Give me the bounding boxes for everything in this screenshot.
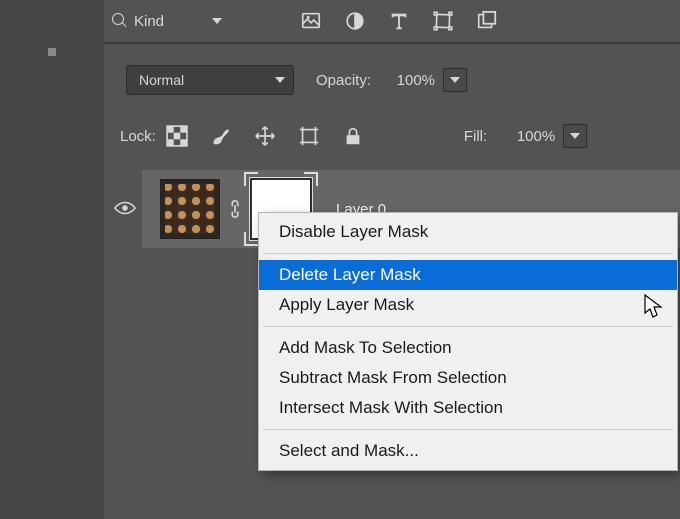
layers-filter-bar: Kind	[112, 0, 680, 42]
context-menu-separator	[263, 429, 673, 430]
ctx-disable-layer-mask[interactable]: Disable Layer Mask	[259, 217, 677, 247]
fill-stepper[interactable]	[563, 124, 587, 148]
fill-value[interactable]: 100%	[499, 128, 555, 145]
filter-kind-dropdown[interactable]: Kind	[134, 13, 292, 30]
ctx-apply-layer-mask[interactable]: Apply Layer Mask	[259, 290, 677, 320]
fill-label[interactable]: Fill:	[464, 128, 487, 145]
layer-thumbnail[interactable]	[160, 179, 220, 239]
chevron-down-icon	[275, 77, 285, 83]
chevron-down-icon	[450, 77, 460, 83]
blend-mode-value: Normal	[139, 72, 184, 88]
filter-pixel-layers-icon[interactable]	[300, 10, 322, 32]
filter-smartobject-layers-icon[interactable]	[476, 10, 498, 32]
lock-position-move-icon[interactable]	[254, 125, 276, 147]
ctx-intersect-mask-with-selection[interactable]: Intersect Mask With Selection	[259, 393, 677, 423]
visibility-eye-icon[interactable]	[114, 200, 136, 216]
opacity-label[interactable]: Opacity:	[316, 72, 371, 89]
side-indicator	[48, 48, 56, 56]
ctx-add-mask-to-selection[interactable]: Add Mask To Selection	[259, 333, 677, 363]
lock-artboard-icon[interactable]	[298, 125, 320, 147]
blend-mode-dropdown[interactable]: Normal	[126, 65, 294, 95]
filter-kind-label: Kind	[134, 13, 164, 30]
ctx-subtract-mask-from-selection[interactable]: Subtract Mask From Selection	[259, 363, 677, 393]
link-mask-icon[interactable]	[228, 199, 242, 219]
filter-type-layers-icon[interactable]	[388, 10, 410, 32]
lock-pixels-brush-icon[interactable]	[210, 125, 232, 147]
search-icon	[112, 13, 128, 29]
filter-shape-layers-icon[interactable]	[432, 10, 454, 32]
opacity-stepper[interactable]	[443, 68, 467, 92]
opacity-value[interactable]: 100%	[379, 72, 435, 89]
layer-mask-context-menu: Disable Layer Mask Delete Layer Mask App…	[258, 212, 678, 471]
ctx-delete-layer-mask[interactable]: Delete Layer Mask	[259, 260, 677, 290]
context-menu-separator	[263, 326, 673, 327]
chevron-down-icon	[570, 133, 580, 139]
lock-transparency-icon[interactable]	[166, 125, 188, 147]
lock-label: Lock:	[120, 128, 156, 145]
lock-all-icon[interactable]	[342, 125, 364, 147]
ctx-select-and-mask[interactable]: Select and Mask...	[259, 436, 677, 466]
panel-side-gutter	[0, 42, 104, 519]
chevron-down-icon	[212, 18, 222, 24]
panel-tab-gutter	[0, 0, 104, 42]
context-menu-separator	[263, 253, 673, 254]
filter-adjustment-layers-icon[interactable]	[344, 10, 366, 32]
